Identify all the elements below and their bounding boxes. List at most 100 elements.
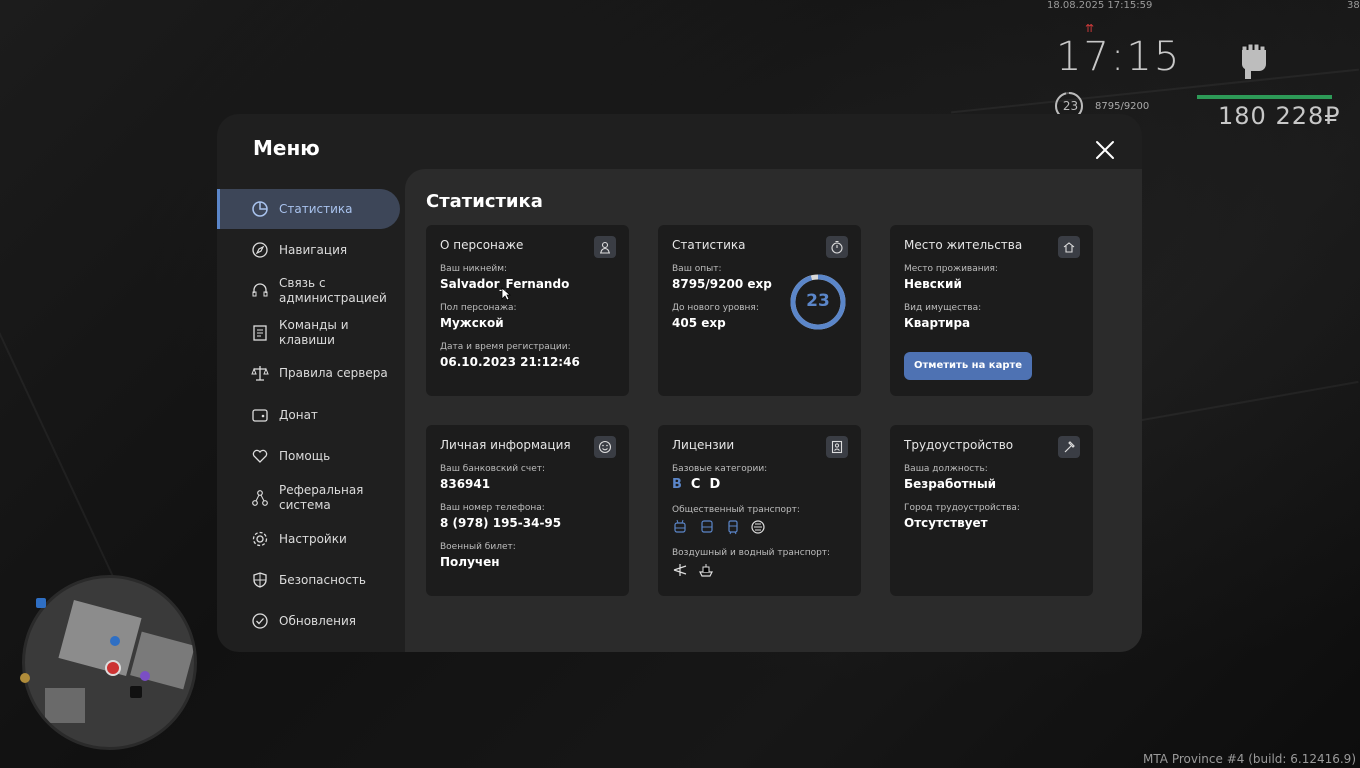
heart-hand-icon: [252, 449, 268, 463]
hud-fps: 38: [1347, 0, 1360, 11]
place-value: Невский: [904, 277, 962, 291]
bank-label: Ваш банковский счет:: [440, 464, 546, 474]
document-icon: [253, 325, 267, 341]
sidebar-item-label: Навигация: [279, 242, 348, 257]
stopwatch-icon: [831, 240, 843, 254]
employment-city-value: Отсутствует: [904, 516, 988, 530]
property-type-label: Вид имущества:: [904, 303, 982, 313]
card-employment: Трудоустройство Ваша должность: Безработ…: [890, 425, 1093, 596]
sidebar-item-label: Реферальная система: [279, 483, 364, 512]
metro-icon: [751, 520, 765, 534]
sidebar-item-commands[interactable]: Команды и клавиши: [217, 313, 397, 353]
map-blip-icon: [140, 671, 150, 681]
sidebar-item-security[interactable]: Безопасность: [217, 560, 397, 600]
license-category: C: [690, 477, 701, 492]
job-label: Ваша должность:: [904, 464, 988, 474]
gender-value: Мужской: [440, 316, 504, 330]
sidebar-item-statistics[interactable]: Статистика: [217, 189, 400, 229]
sidebar-item-label: Правила сервера: [279, 365, 388, 380]
tram-icon: [728, 520, 738, 535]
fist-icon: [1241, 43, 1266, 79]
card-residence: Место жительства Место проживания: Невск…: [890, 225, 1093, 396]
card-title: Место жительства: [904, 238, 1023, 252]
card-personal-button[interactable]: [594, 436, 616, 458]
sidebar-item-label: Донат: [279, 407, 318, 422]
hud-datetime: 18.08.2025 17:15:59: [1047, 0, 1153, 11]
phone-value: 8 (978) 195-34-95: [440, 516, 562, 530]
sidebar-item-label: Настройки: [279, 531, 347, 546]
card-title: Личная информация: [440, 438, 571, 452]
sidebar-item-rules[interactable]: Правила сервера: [217, 353, 397, 393]
hud-clock: 17:15: [1056, 34, 1182, 80]
card-character: О персонаже Ваш никнейм: Salvador_Fernan…: [426, 225, 629, 396]
mark-on-map-button[interactable]: Отметить на карте: [904, 352, 1033, 380]
hammer-icon: [1064, 441, 1075, 453]
public-transport-label: Общественный транспорт:: [672, 505, 800, 515]
close-icon[interactable]: [1093, 138, 1117, 162]
hud-money: 180 228₽: [1218, 102, 1341, 130]
player-marker-icon: [105, 660, 121, 676]
card-character-button[interactable]: [594, 236, 616, 258]
property-type-value: Квартира: [904, 316, 971, 330]
bus-icon: [701, 520, 713, 533]
card-licenses-button[interactable]: [826, 436, 848, 458]
minimap-building: [130, 631, 194, 690]
card-employment-button[interactable]: [1058, 436, 1080, 458]
map-blip-icon: [110, 636, 120, 646]
build-info: MTA Province #4 (build: 6.12416.9): [1143, 752, 1356, 766]
basic-categories-label: Базовые категории:: [672, 464, 768, 474]
menu-title: Меню: [253, 136, 320, 160]
minimap: [22, 575, 197, 750]
license-category: B: [672, 477, 682, 492]
boat-icon: [699, 564, 713, 577]
exp-value: 8795/9200 exp: [672, 277, 772, 291]
card-residence-button[interactable]: [1058, 236, 1080, 258]
sidebar-item-label: Связь с администрацией: [279, 276, 387, 305]
shield-icon: [253, 572, 267, 588]
next-level-value: 405 exp: [672, 316, 726, 330]
card-title: Трудоустройство: [904, 438, 1014, 452]
sidebar-item-updates[interactable]: Обновления: [217, 601, 397, 641]
card-title: О персонаже: [440, 238, 524, 252]
north-icon: [20, 673, 30, 683]
content-panel: Статистика О персонаже Ваш никнейм: Salv…: [405, 169, 1142, 652]
place-label: Место проживания:: [904, 264, 998, 274]
exp-label: Ваш опыт:: [672, 264, 722, 274]
sidebar-item-referral[interactable]: Реферальная система: [217, 476, 397, 520]
sidebar-item-help[interactable]: Помощь: [217, 436, 397, 476]
compass-icon: [252, 242, 268, 258]
nick-label: Ваш никнейм:: [440, 264, 508, 274]
level-value: 23: [806, 291, 830, 311]
license-categories: BCD: [672, 477, 729, 492]
card-licenses: Лицензии Базовые категории: BCD Обществе…: [658, 425, 861, 596]
user-badge-icon: [600, 241, 610, 254]
employment-city-label: Город трудоустройства:: [904, 503, 1020, 513]
home-icon: [1063, 242, 1075, 253]
card-personal: Личная информация Ваш банковский счет: 8…: [426, 425, 629, 596]
wallet-icon: [252, 409, 268, 422]
minimap-building: [58, 599, 142, 677]
card-title: Статистика: [672, 238, 746, 252]
gender-label: Пол персонажа:: [440, 303, 517, 313]
mouse-cursor-icon: [501, 287, 511, 301]
minimap-building: [45, 688, 85, 723]
sidebar-item-settings[interactable]: Настройки: [217, 519, 397, 559]
sidebar-item-label: Команды и клавиши: [279, 318, 349, 347]
map-blip-icon: [36, 598, 46, 608]
sidebar-item-label: Безопасность: [279, 572, 366, 587]
menu-window: Меню Статистика Навигация Связь с админи…: [217, 114, 1142, 652]
sidebar-item-admin-contact[interactable]: Связь с администрацией: [217, 269, 397, 313]
check-circle-icon: [252, 613, 268, 629]
sidebar-item-label: Статистика: [279, 201, 353, 216]
background-line: [0, 315, 132, 615]
scales-icon: [251, 366, 269, 381]
hud-level: 23: [1062, 99, 1079, 113]
background-line: [1141, 380, 1359, 422]
sidebar-item-donate[interactable]: Донат: [217, 395, 397, 435]
card-stats-button[interactable]: [826, 236, 848, 258]
map-blip-icon: [130, 686, 142, 698]
hud-exp: 8795/9200: [1095, 101, 1150, 112]
military-label: Военный билет:: [440, 542, 516, 552]
sidebar-item-navigation[interactable]: Навигация: [217, 231, 397, 269]
card-stats: Статистика Ваш опыт: 8795/9200 exp До но…: [658, 225, 861, 396]
